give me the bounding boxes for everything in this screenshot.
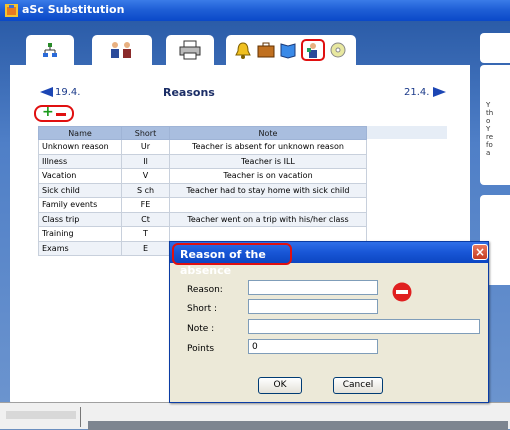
points-label: Points	[187, 344, 215, 354]
table-row[interactable]: Family events FE	[38, 197, 367, 213]
suitcase-icon[interactable]	[257, 41, 275, 59]
dialog-titlebar[interactable]: Reason of the absence ×	[170, 242, 488, 277]
teacher-absence-icon	[307, 43, 317, 58]
ok-button[interactable]: OK	[258, 377, 302, 394]
column-header-note[interactable]: Note	[169, 126, 367, 140]
window-title: aSc Substitution	[22, 3, 125, 16]
tree-icon	[43, 43, 57, 57]
add-remove-controls: +	[34, 104, 74, 122]
tab-print[interactable]	[166, 35, 214, 65]
cell-short: Ct	[121, 211, 170, 227]
cell-name: Training	[38, 226, 122, 242]
tab-tree[interactable]	[26, 35, 74, 65]
table-header-extension	[367, 126, 447, 139]
cell-note	[169, 197, 367, 213]
cell-short: Ur	[121, 139, 170, 155]
cell-name: Class trip	[38, 211, 122, 227]
cell-note: Teacher is absent for unknown reason	[169, 139, 367, 155]
cell-note: Teacher is ILL	[169, 153, 367, 169]
reasons-table: Name Short Note Unknown reason Ur Teache…	[38, 126, 367, 256]
cell-name: Illness	[38, 153, 122, 169]
taskbar	[0, 402, 510, 430]
cell-name: Sick child	[38, 182, 122, 198]
dialog-close-button[interactable]: ×	[472, 244, 488, 260]
taskbar-separator	[80, 407, 81, 427]
tab-group-tools	[226, 35, 356, 65]
tab-teachers[interactable]	[92, 35, 152, 65]
stop-icon	[392, 282, 412, 302]
cell-short: FE	[121, 197, 170, 213]
table-header-row: Name Short Note	[38, 126, 367, 140]
cell-name: Unknown reason	[38, 139, 122, 155]
table-row[interactable]: Training T	[38, 226, 367, 242]
points-input[interactable]	[248, 339, 378, 354]
column-header-name[interactable]: Name	[38, 126, 122, 140]
cell-name: Vacation	[38, 168, 122, 184]
cell-short: V	[121, 168, 170, 184]
tab-teacher-absence[interactable]	[301, 39, 325, 61]
teachers-icon	[111, 42, 131, 58]
cancel-button[interactable]: Cancel	[333, 377, 383, 394]
cd-icon[interactable]	[329, 41, 347, 59]
prev-day-button[interactable]: 19.4.	[40, 86, 80, 98]
remove-reason-button[interactable]	[56, 113, 66, 116]
side-panel-text: Y th o Y re fo a	[486, 101, 494, 157]
printer-icon	[179, 40, 201, 60]
cell-short: S ch	[121, 182, 170, 198]
taskbar-segment	[6, 411, 76, 419]
short-label: Short :	[187, 304, 218, 314]
prev-date-label: 19.4.	[55, 86, 81, 98]
table-row[interactable]: Sick child S ch Teacher had to stay home…	[38, 182, 367, 198]
note-label: Note :	[187, 324, 215, 334]
cell-note	[169, 226, 367, 242]
book-icon[interactable]	[279, 41, 297, 59]
reason-label: Reason:	[187, 285, 223, 295]
cell-note: Teacher had to stay home with sick child	[169, 182, 367, 198]
next-date-label: 21.4.	[404, 86, 430, 98]
table-row[interactable]: Unknown reason Ur Teacher is absent for …	[38, 139, 367, 155]
note-input[interactable]	[248, 319, 480, 334]
cell-short: T	[121, 226, 170, 242]
table-row[interactable]: Illness Il Teacher is ILL	[38, 153, 367, 169]
cell-note: Teacher went on a trip with his/her clas…	[169, 211, 367, 227]
table-row[interactable]: Vacation V Teacher is on vacation	[38, 168, 367, 184]
reason-dialog: Reason of the absence × Reason: Short : …	[169, 241, 489, 403]
column-header-short[interactable]: Short	[121, 126, 170, 140]
add-reason-button[interactable]: +	[42, 104, 54, 120]
toolbar-tabs	[26, 35, 466, 65]
dialog-title: Reason of the absence	[172, 243, 292, 277]
page-title: Reasons	[163, 86, 215, 99]
side-panel-top	[480, 33, 510, 63]
arrow-right-icon	[433, 87, 447, 97]
side-panel: Y th o Y re fo a	[480, 65, 510, 185]
cell-short: E	[121, 240, 170, 256]
arrow-left-icon	[40, 87, 53, 97]
cell-name: Exams	[38, 240, 122, 256]
cell-note: Teacher is on vacation	[169, 168, 367, 184]
app-titlebar[interactable]: aSc Substitution	[0, 0, 510, 21]
table-row[interactable]: Class trip Ct Teacher went on a trip wit…	[38, 211, 367, 227]
cell-short: Il	[121, 153, 170, 169]
reason-input[interactable]	[248, 280, 378, 295]
app-logo-icon	[5, 4, 18, 17]
next-day-button[interactable]: 21.4.	[404, 86, 447, 98]
cell-name: Family events	[38, 197, 122, 213]
warning-bell-icon[interactable]	[235, 41, 251, 59]
short-input[interactable]	[248, 299, 378, 314]
